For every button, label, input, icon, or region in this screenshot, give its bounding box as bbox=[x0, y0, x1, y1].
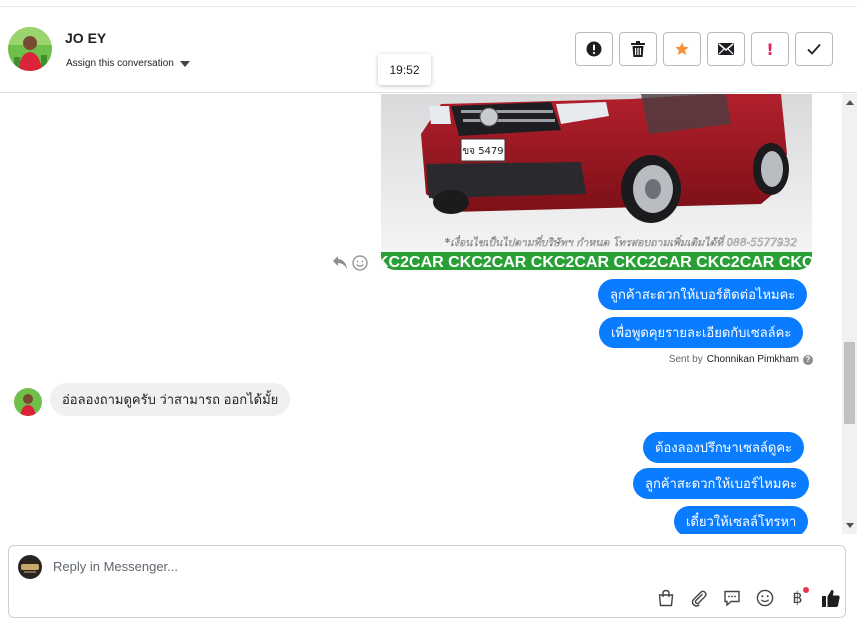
image-caption-text: *เงื่อนไขเป็นไปตามที่บริษัทฯ กำหนด โทรสอ… bbox=[445, 235, 798, 249]
conversation-actions: ! bbox=[575, 32, 833, 66]
composer-toolbar: ฿ bbox=[655, 587, 841, 608]
notification-dot bbox=[803, 587, 809, 593]
contact-name[interactable]: JO EY bbox=[65, 30, 106, 46]
sender-name: Chonnikan Pimkham bbox=[706, 354, 799, 365]
car-photo-attachment[interactable]: ขจ 5479 *เงื่อนไขเป็นไปตามที่บริษัทฯ กำห… bbox=[381, 94, 812, 270]
smiley-icon bbox=[756, 589, 773, 606]
star-icon bbox=[675, 42, 689, 55]
spam-button[interactable] bbox=[575, 32, 613, 66]
help-question-icon[interactable]: ? bbox=[803, 354, 813, 365]
shopping-bag-button[interactable] bbox=[655, 587, 676, 608]
message-bubble-outgoing[interactable]: เพื่อพูดคุยรายละเอียดกับเซลล์คะ bbox=[599, 317, 804, 348]
exclamation-icon: ! bbox=[766, 39, 774, 59]
alert-circle-icon bbox=[586, 41, 602, 57]
scroll-down-arrow-icon[interactable] bbox=[846, 523, 854, 528]
thumbs-up-icon bbox=[821, 589, 840, 607]
done-button[interactable] bbox=[795, 32, 833, 66]
page-avatar bbox=[18, 555, 42, 579]
scroll-up-arrow-icon[interactable] bbox=[846, 100, 854, 105]
sent-by-label: Sent by Chonnikan Pimkham ? bbox=[669, 354, 813, 365]
speech-bubble-icon bbox=[723, 590, 740, 607]
scrollbar-thumb[interactable] bbox=[844, 342, 855, 424]
message-composer: ฿ bbox=[8, 545, 846, 618]
message-thread: ขจ 5479 *เงื่อนไขเป็นไปตามที่บริษัทฯ กำห… bbox=[0, 94, 857, 534]
delete-button[interactable] bbox=[619, 32, 657, 66]
license-plate-text: ขจ 5479 bbox=[462, 146, 503, 157]
envelope-icon bbox=[718, 43, 734, 55]
assign-label: Assign this conversation bbox=[66, 58, 174, 69]
follow-up-button[interactable]: ! bbox=[751, 32, 789, 66]
message-bubble-incoming[interactable]: อ่อลองถามดูครับ ว่าสามารถ ออกได้มั้ย bbox=[50, 383, 291, 416]
image-banner-text: KC2CAR CKC2CAR CKC2CAR CKC2CAR CKC2CAR C… bbox=[381, 254, 812, 270]
message-bubble-outgoing[interactable]: ลูกค้าสะดวกให้เบอร์ติดต่อไหมคะ bbox=[598, 279, 808, 310]
baht-icon: ฿ bbox=[792, 588, 803, 607]
reply-icon[interactable] bbox=[332, 255, 348, 275]
reply-input[interactable] bbox=[53, 559, 613, 574]
trash-icon bbox=[631, 41, 645, 57]
message-bubble-outgoing[interactable]: ลูกค้าสะดวกให้เบอร์ไหมคะ bbox=[633, 468, 810, 499]
contact-avatar-small[interactable] bbox=[14, 388, 42, 416]
paperclip-icon bbox=[691, 590, 707, 607]
shopping-bag-icon bbox=[658, 589, 673, 606]
sent-by-prefix: Sent by bbox=[668, 354, 703, 365]
like-button[interactable] bbox=[820, 587, 841, 608]
message-bubble-outgoing[interactable]: เดี๋ยวให้เซลล์โทรหา bbox=[674, 506, 809, 534]
caret-down-icon bbox=[179, 60, 190, 67]
assign-conversation-dropdown[interactable]: Assign this conversation bbox=[66, 58, 190, 69]
thread-scrollbar[interactable] bbox=[842, 94, 857, 534]
contact-avatar[interactable] bbox=[8, 27, 52, 71]
check-icon bbox=[807, 43, 821, 55]
star-button[interactable] bbox=[663, 32, 701, 66]
emoji-button[interactable] bbox=[754, 587, 775, 608]
mark-unread-button[interactable] bbox=[707, 32, 745, 66]
react-smiley-icon[interactable] bbox=[352, 255, 368, 276]
attach-button[interactable] bbox=[688, 587, 709, 608]
message-bubble-outgoing[interactable]: ต้องลองปรึกษาเซลล์ดูคะ bbox=[643, 432, 805, 463]
saved-replies-button[interactable] bbox=[721, 587, 742, 608]
timestamp-tooltip: 19:52 bbox=[378, 54, 431, 85]
payment-button[interactable]: ฿ bbox=[787, 587, 809, 608]
